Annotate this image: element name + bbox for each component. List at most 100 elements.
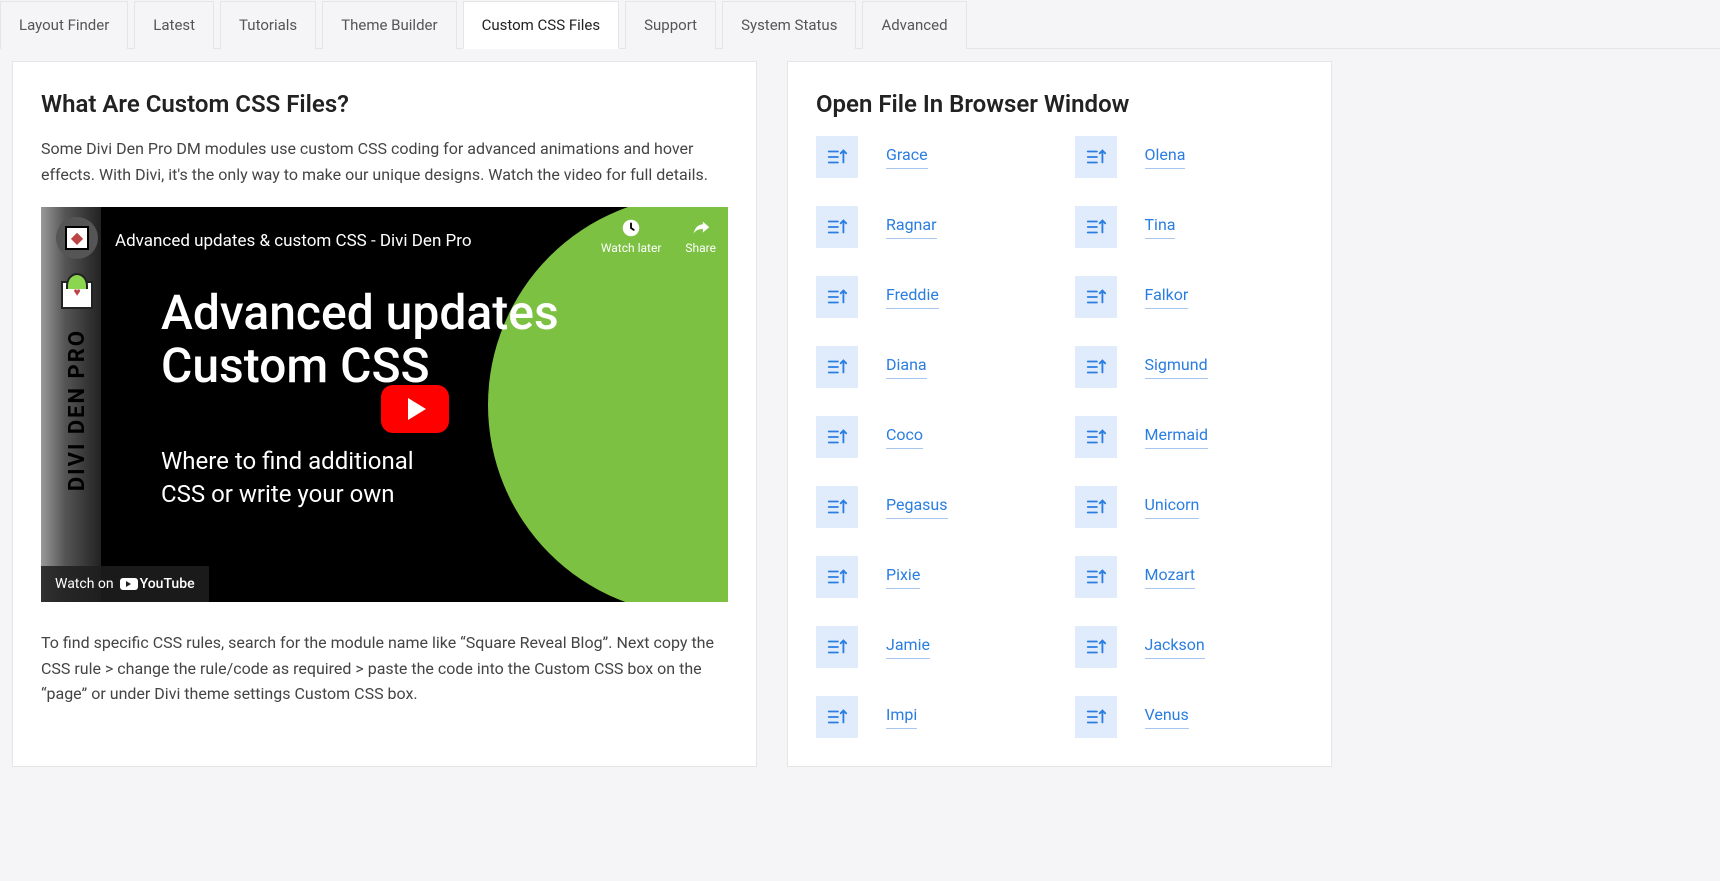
file-icon xyxy=(816,346,858,388)
share-button[interactable]: Share xyxy=(685,217,716,255)
file-sort-icon xyxy=(826,636,848,658)
video-brand-text: DIVI DEN PRO xyxy=(65,329,90,491)
video-actions: Watch later Share xyxy=(601,217,716,255)
file-sort-icon xyxy=(1085,496,1107,518)
file-item-mozart: Mozart xyxy=(1075,556,1304,598)
file-icon xyxy=(816,206,858,248)
file-icon xyxy=(1075,626,1117,668)
file-icon xyxy=(816,416,858,458)
file-sort-icon xyxy=(1085,146,1107,168)
file-sort-icon xyxy=(826,356,848,378)
file-item-jamie: Jamie xyxy=(816,626,1045,668)
play-icon xyxy=(408,398,426,420)
file-sort-icon xyxy=(1085,286,1107,308)
file-icon xyxy=(1075,486,1117,528)
file-icon xyxy=(1075,556,1117,598)
video-subline-1: Where to find additional xyxy=(161,445,559,479)
watch-on-label: Watch on xyxy=(55,576,114,592)
clock-icon xyxy=(620,217,642,239)
file-sort-icon xyxy=(826,286,848,308)
file-link-unicorn[interactable]: Unicorn xyxy=(1145,495,1200,519)
tab-advanced[interactable]: Advanced xyxy=(862,1,966,49)
file-link-coco[interactable]: Coco xyxy=(886,425,923,449)
file-sort-icon xyxy=(1085,566,1107,588)
file-link-pixie[interactable]: Pixie xyxy=(886,565,920,589)
left-panel-title: What Are Custom CSS Files? xyxy=(41,90,728,118)
tab-layout-finder[interactable]: Layout Finder xyxy=(0,1,128,49)
youtube-play-icon xyxy=(120,578,138,590)
file-link-diana[interactable]: Diana xyxy=(886,355,927,379)
file-sort-icon xyxy=(1085,636,1107,658)
file-grid: Grace Olena Ragnar Tina Freddie Falkor Diana Si… xyxy=(816,136,1303,738)
file-sort-icon xyxy=(826,216,848,238)
youtube-logo: YouTube xyxy=(120,576,195,592)
file-link-freddie[interactable]: Freddie xyxy=(886,285,939,309)
file-icon xyxy=(816,486,858,528)
tabs-bar: Layout FinderLatestTutorialsTheme Builde… xyxy=(0,0,1720,49)
file-link-venus[interactable]: Venus xyxy=(1145,705,1189,729)
file-item-pegasus: Pegasus xyxy=(816,486,1045,528)
brand-bag-icon xyxy=(56,267,98,309)
tab-theme-builder[interactable]: Theme Builder xyxy=(322,1,456,49)
file-icon xyxy=(1075,206,1117,248)
content-row: What Are Custom CSS Files? Some Divi Den… xyxy=(0,49,1720,779)
file-link-impi[interactable]: Impi xyxy=(886,705,917,729)
file-sort-icon xyxy=(826,146,848,168)
video-headline-1: Advanced updates xyxy=(161,287,559,340)
channel-avatar-icon xyxy=(56,217,98,259)
file-item-grace: Grace xyxy=(816,136,1045,178)
tab-system-status[interactable]: System Status xyxy=(722,1,856,49)
video-embed[interactable]: DIVI DEN PRO Advanced updates & custom C… xyxy=(41,207,728,602)
tab-custom-css-files[interactable]: Custom CSS Files xyxy=(463,1,620,49)
share-label: Share xyxy=(685,241,716,255)
file-icon xyxy=(1075,136,1117,178)
file-icon xyxy=(816,276,858,318)
file-item-freddie: Freddie xyxy=(816,276,1045,318)
file-icon xyxy=(816,556,858,598)
watch-on-youtube-button[interactable]: Watch on YouTube xyxy=(41,566,209,602)
file-link-tina[interactable]: Tina xyxy=(1145,215,1176,239)
file-icon xyxy=(1075,416,1117,458)
file-link-jamie[interactable]: Jamie xyxy=(886,635,930,659)
file-item-jackson: Jackson xyxy=(1075,626,1304,668)
video-headline-2: Custom CSS xyxy=(161,340,559,393)
file-link-jackson[interactable]: Jackson xyxy=(1145,635,1205,659)
file-link-sigmund[interactable]: Sigmund xyxy=(1145,355,1208,379)
tab-support[interactable]: Support xyxy=(625,1,716,49)
file-link-olena[interactable]: Olena xyxy=(1145,145,1186,169)
file-icon xyxy=(1075,696,1117,738)
file-sort-icon xyxy=(826,566,848,588)
right-panel-title: Open File In Browser Window xyxy=(816,90,1303,118)
file-link-mozart[interactable]: Mozart xyxy=(1145,565,1196,589)
file-icon xyxy=(1075,346,1117,388)
file-sort-icon xyxy=(826,426,848,448)
left-panel-instructions: To find specific CSS rules, search for t… xyxy=(41,630,728,707)
left-panel-intro: Some Divi Den Pro DM modules use custom … xyxy=(41,136,728,187)
video-sidebar: DIVI DEN PRO xyxy=(49,217,105,592)
right-panel: Open File In Browser Window Grace Olena Ra… xyxy=(787,61,1332,767)
file-link-pegasus[interactable]: Pegasus xyxy=(886,495,948,519)
file-icon xyxy=(816,626,858,668)
tab-tutorials[interactable]: Tutorials xyxy=(220,1,316,49)
file-icon xyxy=(816,136,858,178)
file-item-olena: Olena xyxy=(1075,136,1304,178)
file-link-mermaid[interactable]: Mermaid xyxy=(1145,425,1209,449)
file-item-diana: Diana xyxy=(816,346,1045,388)
file-sort-icon xyxy=(1085,706,1107,728)
file-icon xyxy=(1075,276,1117,318)
file-link-ragnar[interactable]: Ragnar xyxy=(886,215,937,239)
file-item-impi: Impi xyxy=(816,696,1045,738)
file-item-falkor: Falkor xyxy=(1075,276,1304,318)
watch-later-label: Watch later xyxy=(601,241,662,255)
video-play-button[interactable] xyxy=(381,385,449,433)
file-item-pixie: Pixie xyxy=(816,556,1045,598)
youtube-label: YouTube xyxy=(140,576,195,592)
file-sort-icon xyxy=(1085,356,1107,378)
tab-latest[interactable]: Latest xyxy=(134,1,214,49)
file-link-falkor[interactable]: Falkor xyxy=(1145,285,1189,309)
file-item-tina: Tina xyxy=(1075,206,1304,248)
file-link-grace[interactable]: Grace xyxy=(886,145,928,169)
file-sort-icon xyxy=(1085,426,1107,448)
file-item-mermaid: Mermaid xyxy=(1075,416,1304,458)
watch-later-button[interactable]: Watch later xyxy=(601,217,662,255)
